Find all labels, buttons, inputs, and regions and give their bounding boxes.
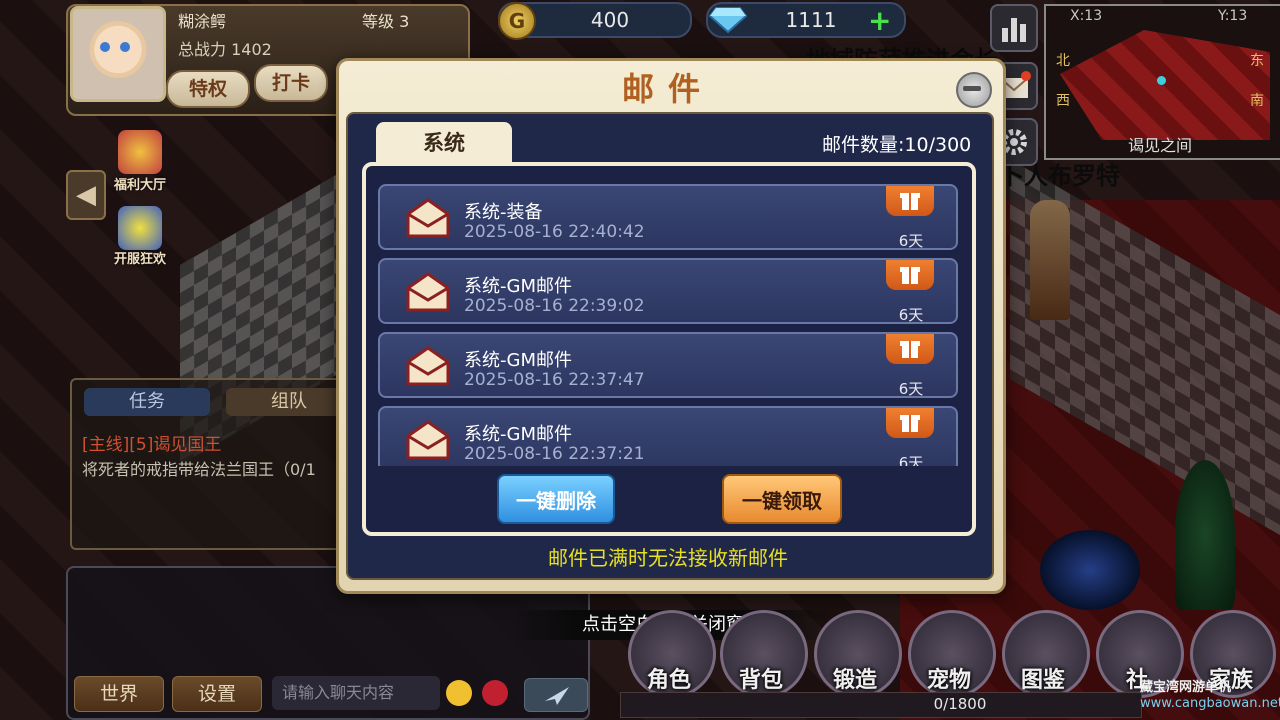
paper-plane-icon	[545, 687, 569, 705]
collapse-sidebar-button[interactable]: ◀	[66, 170, 106, 220]
tab-team[interactable]: 组队	[226, 388, 352, 416]
nav-codex-label[interactable]: 图鉴	[1002, 662, 1084, 694]
send-button[interactable]	[524, 678, 588, 712]
envelope-icon	[406, 420, 450, 460]
expiry-days: 6天	[898, 454, 924, 466]
nav-pet-label[interactable]: 宠物	[908, 662, 990, 694]
mail-full-note: 邮件已满时无法接收新邮件	[548, 546, 788, 570]
bar-chart-icon	[1002, 18, 1026, 42]
envelope-icon	[406, 346, 450, 386]
mail-time: 2025-08-16 22:40:42	[464, 222, 645, 242]
privilege-button[interactable]: 特权	[166, 70, 250, 108]
mail-title: 系统-GM邮件	[464, 424, 572, 445]
mail-item[interactable]: 系统-GM邮件 2025-08-16 22:39:02 6天	[378, 258, 958, 324]
minimap-south: 南	[1250, 93, 1264, 109]
nav-forge-label[interactable]: 锻造	[814, 662, 896, 694]
mail-time: 2025-08-16 22:37:21	[464, 444, 645, 464]
minimap-west: 西	[1056, 93, 1070, 109]
gift-icon[interactable]	[118, 130, 162, 174]
minimap-location: 谒见之间	[1128, 136, 1193, 155]
power-label: 总战力	[178, 40, 227, 59]
quest-description[interactable]: 将死者的戒指带给法兰国王（0/1	[82, 456, 342, 480]
mail-item[interactable]: 系统-装备 2025-08-16 22:40:42 6天	[378, 184, 958, 250]
carnival-label[interactable]: 开服狂欢	[114, 248, 166, 267]
player-position-dot	[1157, 76, 1166, 85]
mail-count: 邮件数量:10/300	[822, 134, 972, 156]
nav-character-label[interactable]: 角色	[628, 662, 710, 694]
mail-title: 系统-装备	[464, 202, 543, 223]
power-value: 1402	[231, 40, 272, 59]
mail-item[interactable]: 系统-GM邮件 2025-08-16 22:37:21 6天	[378, 406, 958, 466]
checkin-button[interactable]: 打卡	[254, 64, 328, 102]
mail-list[interactable]: 系统-装备 2025-08-16 22:40:42 6天 系统-GM邮件 202…	[378, 184, 960, 466]
diamond-icon	[708, 7, 748, 34]
avatar[interactable]	[70, 6, 166, 102]
mail-dialog-title: 邮件	[621, 70, 714, 108]
expiry-days: 6天	[898, 232, 924, 250]
fireworks-icon[interactable]	[118, 206, 162, 250]
minimap-x: X:13	[1070, 8, 1103, 24]
delete-all-button[interactable]: 一键删除	[497, 474, 615, 524]
chat-input[interactable]: 请输入聊天内容	[272, 676, 440, 710]
envelope-icon	[406, 272, 450, 312]
voice-icon[interactable]	[482, 680, 508, 706]
emoji-icon[interactable]	[446, 680, 472, 706]
gold-coin-icon: G	[498, 2, 536, 40]
player-name: 糊涂鳄	[178, 12, 227, 31]
minimap-north: 北	[1056, 53, 1070, 69]
claim-all-button[interactable]: 一键领取	[722, 474, 842, 524]
envelope-icon	[406, 198, 450, 238]
expiry-days: 6天	[898, 306, 924, 324]
welfare-hall-label[interactable]: 福利大厅	[114, 174, 166, 193]
mail-item[interactable]: 系统-GM邮件 2025-08-16 22:37:47 6天	[378, 332, 958, 398]
mail-title: 系统-GM邮件	[464, 350, 572, 371]
tab-task[interactable]: 任务	[84, 388, 210, 416]
player-level: 等级 3	[362, 12, 410, 31]
mail-time: 2025-08-16 22:37:47	[464, 370, 645, 390]
add-diamond-button[interactable]: +	[868, 4, 891, 37]
gift-icon	[886, 408, 934, 438]
ranking-button[interactable]	[990, 4, 1038, 52]
gift-icon	[886, 186, 934, 216]
mail-time: 2025-08-16 22:39:02	[464, 296, 645, 316]
gift-icon	[886, 334, 934, 364]
gift-icon	[886, 260, 934, 290]
minus-icon	[963, 86, 981, 91]
minimap-y: Y:13	[1218, 8, 1248, 24]
nav-bag-label[interactable]: 背包	[720, 662, 802, 694]
expiry-days: 6天	[898, 380, 924, 398]
watermark-title: 藏宝湾网游单机	[1140, 680, 1232, 695]
chat-settings-button[interactable]: 设置	[172, 676, 262, 712]
watermark-url: www.cangbaowan.net	[1140, 696, 1280, 711]
minimap-east: 东	[1250, 53, 1264, 69]
avatar-eyes-icon	[100, 42, 130, 52]
world-channel-button[interactable]: 世界	[74, 676, 164, 712]
mail-title: 系统-GM邮件	[464, 276, 572, 297]
player-power: 总战力 1402	[178, 36, 272, 60]
quest-title[interactable]: [主线][5]谒见国王	[82, 430, 221, 455]
tab-system[interactable]: 系统	[376, 122, 512, 164]
